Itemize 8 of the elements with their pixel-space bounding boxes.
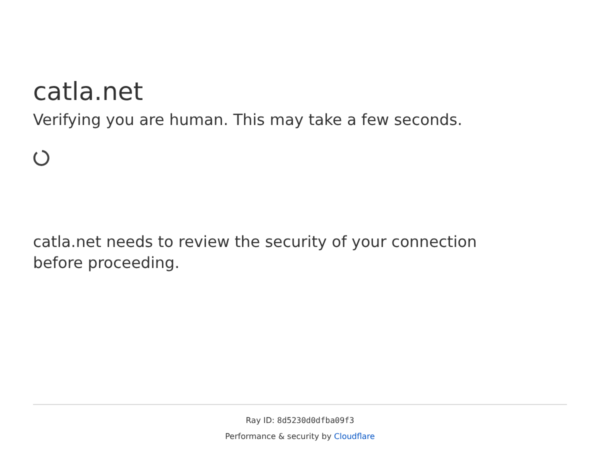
- verification-text: Verifying you are human. This may take a few seconds.: [33, 110, 462, 130]
- ray-id-value: 8d5230d0dfba09f3: [277, 416, 354, 425]
- credit-text: Performance & security by: [225, 432, 332, 441]
- cloudflare-link[interactable]: Cloudflare: [334, 432, 375, 441]
- ray-id-label: Ray ID:: [246, 416, 275, 425]
- site-title: catla.net: [33, 76, 144, 108]
- loading-spinner-icon: [33, 149, 51, 167]
- security-message: catla.net needs to review the security of your connection before proceeding.: [33, 232, 478, 274]
